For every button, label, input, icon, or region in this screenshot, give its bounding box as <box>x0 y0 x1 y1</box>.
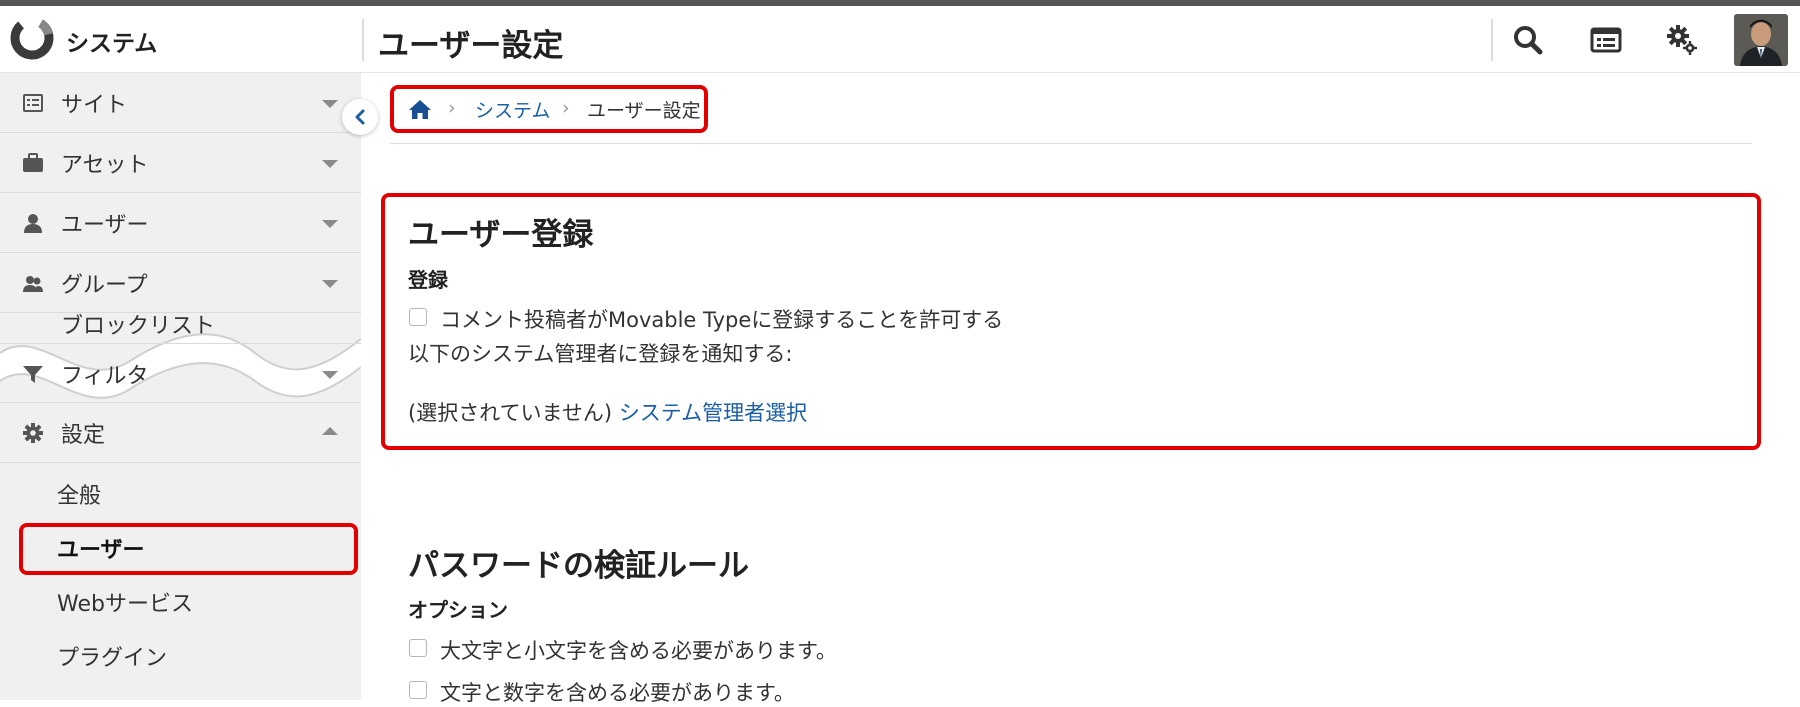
require-mixed-case-label[interactable]: 大文字と小文字を含める必要があります。 <box>440 635 837 665</box>
sidebar-subitem-general[interactable]: 全般 <box>57 478 101 510</box>
mt-logo-icon[interactable] <box>9 15 55 61</box>
chevron-down-icon <box>322 280 338 288</box>
settings-button[interactable] <box>1662 20 1702 60</box>
avatar-image <box>1734 14 1788 66</box>
password-rules-title: パスワードの検証ルール <box>408 548 749 584</box>
sidebar-subitem-plugins[interactable]: プラグイン <box>57 640 167 672</box>
group-icon <box>23 276 43 292</box>
briefcase-icon <box>23 153 43 172</box>
divider <box>390 143 1752 144</box>
breadcrumb-separator-icon: › <box>448 97 456 119</box>
breadcrumb-current: ユーザー設定 <box>587 100 701 122</box>
sidebar-item-label: 設定 <box>61 423 106 448</box>
allow-registration-checkbox[interactable] <box>409 308 427 326</box>
notify-admins-label: 以下のシステム管理者に登録を通知する: <box>408 342 793 366</box>
sidebar-item-label: ユーザー <box>61 213 149 238</box>
chevron-left-icon <box>355 109 365 125</box>
sidebar-item-label: アセット <box>61 153 149 178</box>
chevron-down-icon <box>322 100 338 108</box>
sidebar-item-filter[interactable]: フィルタ <box>0 343 361 403</box>
selected-admins-text: (選択されていません) システム管理者選択 <box>408 397 807 427</box>
app-header: システム ユーザー設定 <box>0 6 1800 73</box>
dashboard-icon <box>1590 27 1622 53</box>
app-name[interactable]: システム <box>66 24 157 58</box>
sidebar-item-assets[interactable]: アセット <box>0 133 361 193</box>
site-icon <box>23 94 43 112</box>
sidebar-item-groups[interactable]: グループ <box>0 253 361 313</box>
registration-title: ユーザー登録 <box>408 217 594 253</box>
sidebar-item-users[interactable]: ユーザー <box>0 193 361 253</box>
password-options-subtitle: オプション <box>408 598 508 622</box>
header-divider <box>1491 19 1493 61</box>
sidebar-item-site[interactable]: サイト <box>0 73 361 133</box>
none-selected-text: (選択されていません) <box>408 401 613 425</box>
sidebar-item-label: グループ <box>61 273 148 298</box>
sidebar-item-label: サイト <box>61 93 128 118</box>
search-button[interactable] <box>1508 20 1548 60</box>
breadcrumb-separator-icon: › <box>562 97 570 119</box>
allow-registration-label[interactable]: コメント投稿者がMovable Typeに登録することを許可する <box>440 304 1003 334</box>
chevron-down-icon <box>322 220 338 228</box>
registration-subtitle: 登録 <box>408 268 448 292</box>
sidebar-collapse-button[interactable] <box>342 99 378 135</box>
chevron-down-icon <box>322 371 338 379</box>
home-icon[interactable] <box>408 98 432 120</box>
dashboard-button[interactable] <box>1586 20 1626 60</box>
chevron-down-icon <box>322 160 338 168</box>
search-icon <box>1514 26 1543 55</box>
page-title: ユーザー設定 <box>378 28 564 64</box>
sidebar-subitem-webservices[interactable]: Webサービス <box>57 586 193 618</box>
require-letters-numbers-label[interactable]: 文字と数字を含める必要があります。 <box>440 677 795 707</box>
sidebar: サイト アセット ユーザー グループ ブロックリスト フィルタ 設定 全般 ユー… <box>0 73 361 700</box>
gear-icon <box>1667 25 1697 55</box>
highlight-active-subitem <box>19 523 358 575</box>
chevron-up-icon <box>322 427 338 435</box>
sidebar-item-label: フィルタ <box>61 364 149 389</box>
require-letters-numbers-checkbox[interactable] <box>409 681 427 699</box>
user-icon <box>24 214 42 233</box>
select-admin-link[interactable]: システム管理者選択 <box>619 401 807 425</box>
gear-icon <box>23 423 43 443</box>
header-divider <box>362 19 364 61</box>
user-avatar[interactable] <box>1734 14 1788 66</box>
require-mixed-case-checkbox[interactable] <box>409 639 427 657</box>
breadcrumb-system-link[interactable]: システム <box>475 96 550 123</box>
sidebar-item-settings[interactable]: 設定 <box>0 403 361 463</box>
filter-icon <box>23 366 43 383</box>
